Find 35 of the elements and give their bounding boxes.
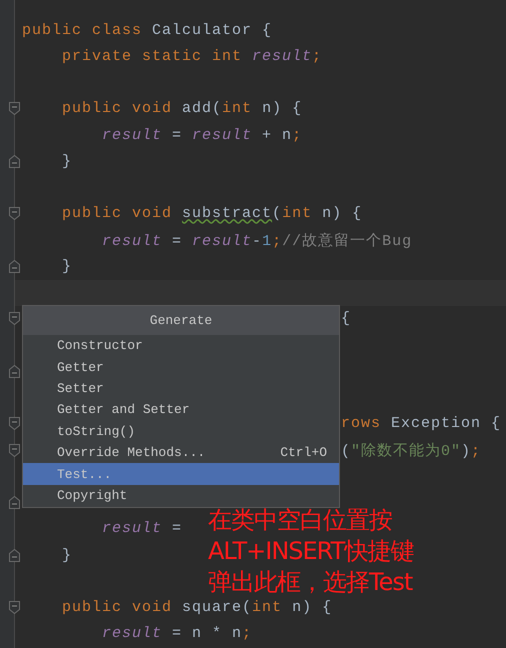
code-line: public class Calculator { [22,22,272,39]
fold-icon[interactable] [9,496,20,510]
code-line: } [62,546,72,564]
fold-icon[interactable] [9,444,20,457]
code-line: result = [102,520,182,538]
menu-item[interactable]: Getter [23,356,339,378]
code-line: public void substract(int n) { [62,205,362,222]
fold-icon[interactable] [9,260,20,273]
menu-item[interactable]: Copyright [23,484,339,506]
menu-item[interactable]: Getter and Setter [23,399,339,421]
menu-item[interactable]: Setter [23,378,339,400]
code-line: private static int result; [62,48,322,65]
code-line: ("除数不能为0"); [341,442,482,460]
fold-icon[interactable] [9,207,20,220]
fold-icon[interactable] [9,102,20,116]
fold-icon[interactable] [9,417,20,430]
menu-item[interactable]: Constructor [23,335,339,356]
menu-item[interactable]: toString() [23,420,339,442]
code-line: rows Exception { [341,415,502,432]
code-line: } [62,258,72,275]
code-line: result = result + n; [102,126,302,144]
fold-icon[interactable] [9,601,20,614]
code-line: result = result-1;//故意留一个Bug [102,232,412,250]
fold-icon[interactable] [9,548,20,562]
fold-icon[interactable] [9,154,20,168]
fold-icon[interactable] [9,312,20,326]
code-line: } [62,152,72,170]
annotation-text: 在类中空白位置按 ALT+INSERT快捷键 弹出此框，选择Test [208,505,414,598]
code-line: result = n * n; [102,625,252,642]
fold-icon[interactable] [9,364,20,378]
code-line: { [341,310,352,328]
popup-title: Generate [23,306,339,335]
code-line: public void square(int n) { [62,599,332,616]
menu-item[interactable]: Override Methods... Ctrl+O [23,442,339,464]
code-line: public void add(int n) { [62,100,302,118]
